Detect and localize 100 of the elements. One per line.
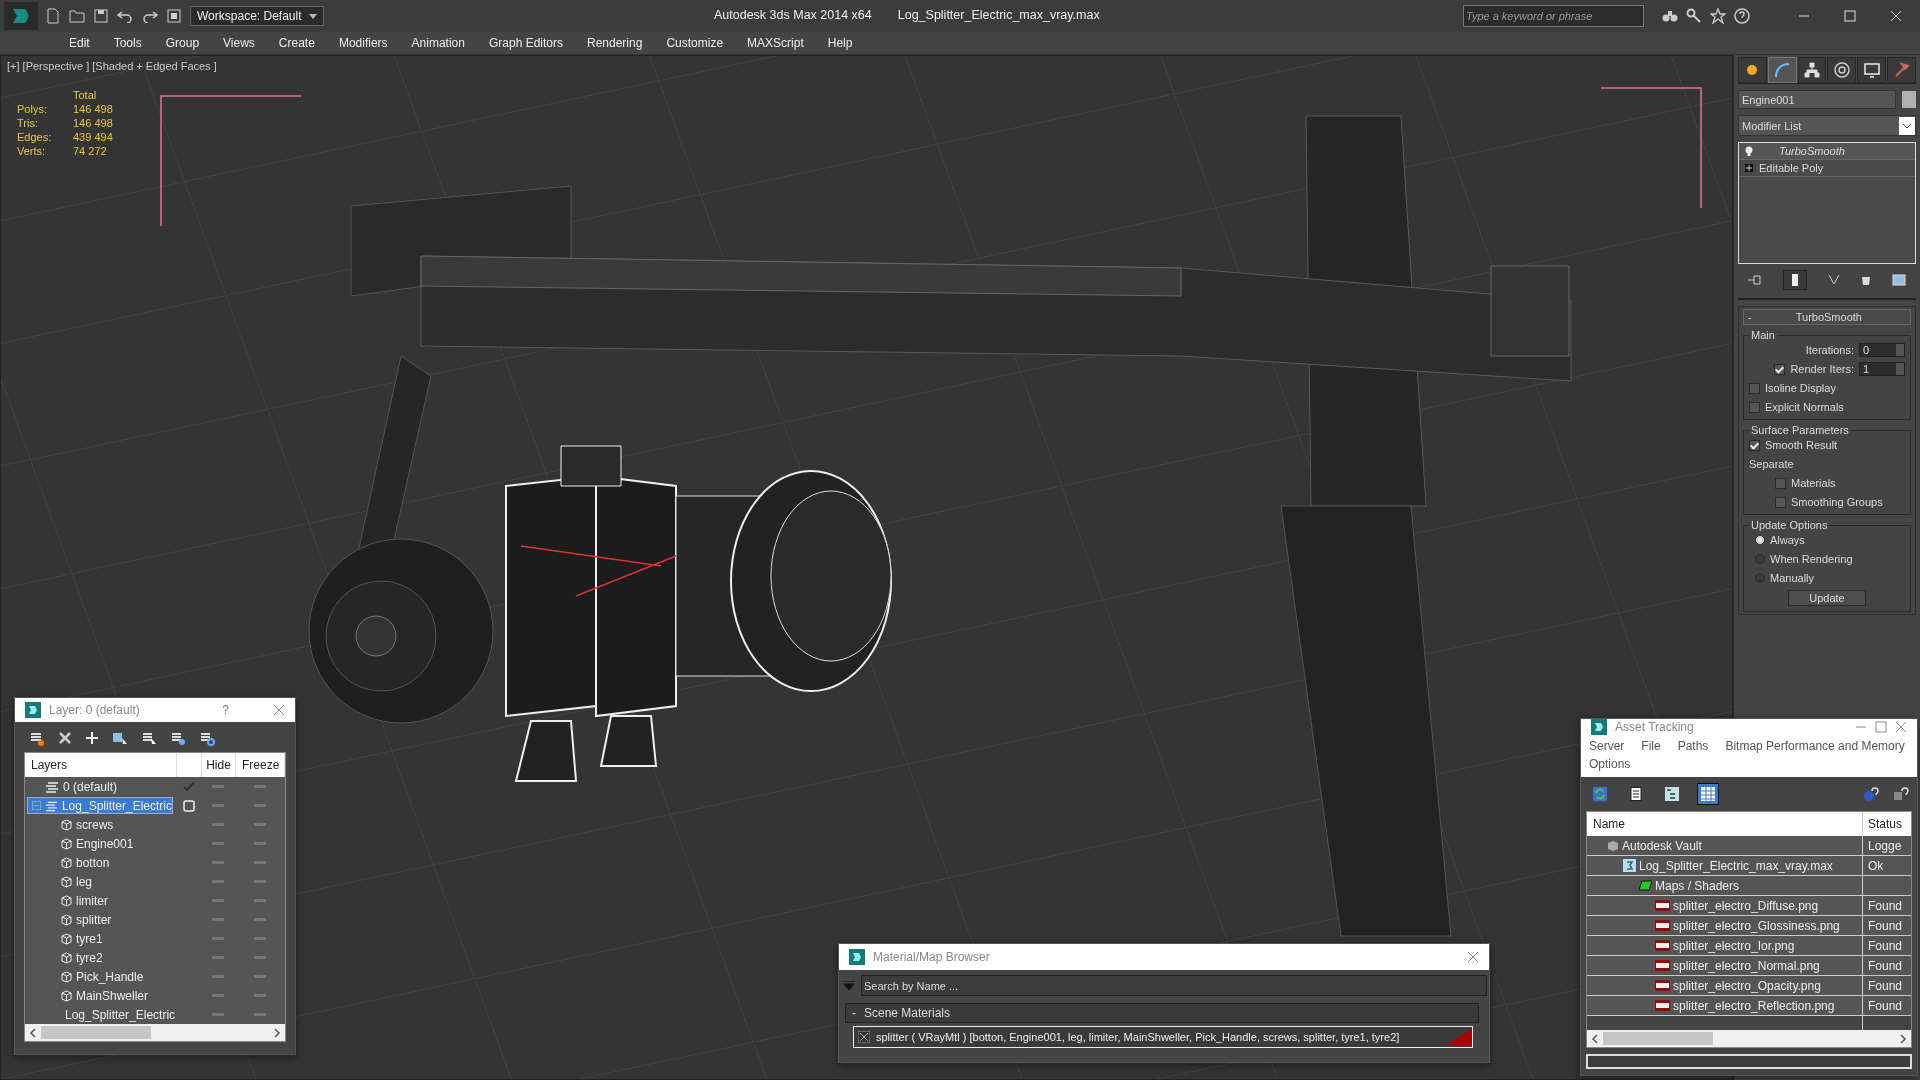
checkbox[interactable] — [1774, 363, 1786, 375]
hide-toggle[interactable] — [211, 823, 224, 826]
render-iters-spinner[interactable]: 1 — [1859, 362, 1905, 376]
menu-item[interactable]: Graph Editors — [476, 36, 575, 50]
create-tab[interactable] — [1738, 57, 1767, 83]
asset-tree-item[interactable]: splitter_electro_Opacity.png — [1587, 976, 1863, 995]
display-tab[interactable] — [1857, 57, 1887, 83]
hide-toggle[interactable] — [211, 861, 224, 864]
freeze-toggle[interactable] — [253, 1013, 266, 1016]
asset-tree-item[interactable]: Log_Splitter_Electric_max_vray.max — [1587, 856, 1863, 875]
freeze-toggle[interactable] — [253, 823, 266, 826]
online-help-icon[interactable] — [1863, 786, 1879, 802]
make-unique-icon[interactable] — [1828, 274, 1840, 286]
new-file-icon[interactable] — [46, 8, 60, 24]
horizontal-scrollbar[interactable] — [25, 1024, 285, 1041]
menu-item[interactable]: Animation — [399, 36, 477, 50]
hide-toggle[interactable] — [211, 785, 224, 788]
hide-toggle[interactable] — [211, 975, 224, 978]
hide-toggle[interactable] — [211, 1013, 224, 1016]
menu-item[interactable]: Help — [815, 36, 865, 50]
layer-tree-item[interactable]: Engine001 — [27, 835, 173, 852]
search-field[interactable]: Search by Name ... — [861, 975, 1487, 996]
menu-item[interactable]: File — [1641, 739, 1661, 753]
layer-tree-item[interactable]: Log_Splitter_Electric — [27, 1006, 173, 1023]
hide-toggle[interactable] — [211, 994, 224, 997]
asset-tree-item[interactable]: Autodesk Vault — [1587, 836, 1863, 855]
maximize-icon[interactable] — [1875, 721, 1887, 733]
menu-item[interactable]: Rendering — [575, 36, 655, 50]
update-button[interactable]: Update — [1788, 590, 1866, 606]
monitor-icon[interactable] — [1862, 61, 1881, 79]
workspace-icon[interactable] — [167, 9, 181, 23]
undo-icon[interactable] — [117, 9, 133, 23]
delete-icon[interactable] — [58, 731, 72, 745]
layer-tree-item[interactable]: tyre1 — [27, 930, 173, 947]
layer-tree-item[interactable]: tyre2 — [27, 949, 173, 966]
scroll-right-icon[interactable] — [1899, 1033, 1907, 1044]
modifier-stack-item[interactable]: Editable Poly — [1739, 160, 1915, 177]
hide-toggle[interactable] — [211, 918, 224, 921]
collapse-toggle[interactable]: - — [1748, 311, 1752, 323]
curve-icon[interactable] — [1773, 61, 1792, 79]
checkbox[interactable] — [1775, 496, 1786, 508]
utilities-tab[interactable] — [1887, 57, 1916, 83]
menu-item[interactable]: Edit — [57, 36, 102, 50]
redo-icon[interactable] — [142, 9, 158, 23]
asset-tree-item[interactable]: splitter_electro_Glossiness.png — [1587, 916, 1863, 935]
modifier-stack-item[interactable]: TurboSmooth — [1739, 143, 1915, 160]
menu-item[interactable]: Group — [153, 36, 212, 50]
chevron-down-icon[interactable] — [1899, 116, 1915, 135]
radio-button[interactable] — [1755, 554, 1765, 564]
layer-tree-item[interactable]: MainShweller — [27, 987, 173, 1004]
scroll-left-icon[interactable] — [29, 1027, 37, 1038]
layer-tree-item[interactable]: 0 (default) — [27, 778, 173, 795]
asset-tree-item[interactable]: splitter_electro_Diffuse.png — [1587, 896, 1863, 915]
hide-toggle[interactable] — [211, 937, 224, 940]
asset-tree-item[interactable]: splitter_electro_Ior.png — [1587, 936, 1863, 955]
hide-toggle[interactable] — [211, 880, 224, 883]
open-folder-icon[interactable] — [69, 9, 85, 23]
new-layer-icon[interactable] — [29, 730, 45, 746]
freeze-toggle[interactable] — [253, 880, 266, 883]
checkbox-icon[interactable] — [183, 799, 195, 812]
target-icon[interactable] — [1832, 61, 1851, 79]
radio-button[interactable] — [1755, 535, 1765, 545]
modifier-list-dropdown[interactable]: Modifier List — [1738, 115, 1916, 136]
freeze-toggle[interactable] — [253, 918, 266, 921]
add-icon[interactable] — [85, 731, 99, 745]
hide-toggle[interactable] — [211, 956, 224, 959]
freeze-toggle[interactable] — [253, 804, 266, 807]
layer-tree-item[interactable]: screws — [27, 816, 173, 833]
asset-tree-item[interactable]: splitter_electro_Reflection.png — [1587, 996, 1863, 1015]
highlight-layer-icon[interactable] — [141, 730, 157, 746]
menu-item[interactable]: Modifiers — [326, 36, 400, 50]
freeze-toggle[interactable] — [253, 975, 266, 978]
help-button[interactable]: ? — [222, 703, 229, 717]
modify-tab[interactable] — [1767, 57, 1797, 83]
checkbox[interactable] — [1749, 401, 1760, 413]
close-icon[interactable] — [273, 704, 285, 716]
hide-toggle[interactable] — [211, 842, 224, 845]
checkmark-icon[interactable] — [183, 780, 195, 793]
menu-item[interactable]: Paths — [1677, 739, 1709, 753]
motion-tab[interactable] — [1827, 57, 1857, 83]
menu-item[interactable]: Options — [1589, 757, 1631, 771]
select-objects-icon[interactable] — [112, 730, 128, 746]
freeze-toggle[interactable] — [253, 956, 266, 959]
checkbox[interactable] — [1775, 477, 1786, 489]
hierarchy-icon[interactable] — [1803, 61, 1822, 79]
freeze-toggle[interactable] — [253, 861, 266, 864]
close-icon[interactable] — [1467, 951, 1479, 963]
hide-toggle[interactable] — [211, 804, 224, 807]
layer-tree-item[interactable]: Log_Splitter_Electric — [27, 797, 173, 814]
radio-button[interactable] — [1755, 573, 1765, 583]
configure-icon[interactable] — [1891, 274, 1906, 286]
app-logo-icon[interactable] — [4, 2, 38, 30]
column-header[interactable]: Status — [1863, 817, 1911, 831]
help-icon[interactable] — [1734, 8, 1750, 24]
binoculars-icon[interactable] — [1662, 9, 1678, 23]
expand-icon[interactable] — [1745, 164, 1753, 172]
scroll-right-icon[interactable] — [273, 1027, 281, 1038]
search-field[interactable]: Type a keyword or phrase — [1463, 5, 1644, 27]
object-name-field[interactable]: Engine001 — [1738, 90, 1896, 109]
menu-item[interactable]: Customize — [654, 36, 736, 50]
